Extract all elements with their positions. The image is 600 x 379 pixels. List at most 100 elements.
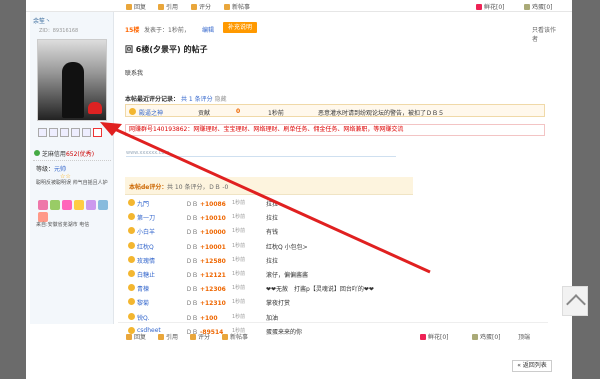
credit-line: 芝麻信用652(优秀) [34,149,94,158]
rating-points: ＤＢ +12310 [186,300,226,308]
rating-time: 1秒前 [232,285,246,292]
rate-value: 0 [236,108,241,115]
rater-name[interactable]: 锐Q. [137,313,150,322]
rater-name[interactable]: 小白羊 [137,227,155,236]
quote-button[interactable]: 引用 [158,332,178,341]
space-icon[interactable] [71,128,80,137]
qq-icon[interactable] [93,128,102,137]
divider [118,322,548,323]
rate-type: 贡献 [198,110,211,117]
quote-button[interactable]: 引用 [158,2,178,11]
rating-note: 掌夜打赏 [266,300,291,308]
rater-name[interactable]: 玫瑰情 [137,256,155,265]
edit-link[interactable]: 编辑 [202,25,214,34]
user-sidebar: 余笙丶 ZID：89316168 芝麻信用652(优秀) 等级：元帅 ☆☆ 聪明… [30,12,114,324]
reply-icon [126,3,132,10]
quote-icon [158,333,164,340]
rating-points: ＤＢ +10001 [186,243,226,251]
rater-name[interactable]: 九門 [137,199,149,208]
medal-icon [98,200,108,210]
rating-note: 有钱 [266,229,279,237]
flower-button[interactable]: 鲜花[0] [420,332,449,341]
coin-icon [128,312,135,320]
rating-points: ＤＢ +12580 [186,257,226,265]
rating-row: 黎菊 ＤＢ +12310 1秒前 掌夜打赏 [128,297,428,307]
post-title: 回 6楼(夕景平) 的帖子 [125,45,208,54]
rating-time: 1秒前 [232,271,246,277]
credit-icon [34,150,40,156]
new-thread-button[interactable]: 新帖事 [222,332,248,341]
message-icon[interactable] [60,128,69,137]
rate-count: 共 1 条评分 [180,96,213,103]
coin-icon [128,199,135,206]
hide-link[interactable]: 隐藏 [215,96,227,103]
coin-icon [129,108,136,115]
rating-time: 1秒前 [232,256,246,263]
user-action-icons [38,128,102,137]
level-line: 等级：元帅 [36,166,67,173]
post-body: 联系我 [125,70,144,77]
medal-icon [86,200,96,210]
user-motto: 聪明反被聪明误 帅气自摇且人妒 [36,180,108,186]
rating-note: 拉拉 [266,257,279,265]
rating-time: 1秒前 [232,200,246,206]
top-toolbar: 回复 引用 评分 新帖事 鲜花[0] 鸡蛋[0] [26,0,572,12]
ad-tip[interactable]: 网赚群号140193862：网赚理财、宝宝理财、网络理财、刷单任务、佣金任务、网… [125,124,545,136]
supplement-button[interactable]: 补充说明 [223,22,257,33]
rating-row: 玫瑰情 ＤＢ +12580 1秒前 拉拉 [128,255,428,265]
rating-note: 拉拉 [266,201,279,208]
rate-button[interactable]: 评分 [191,2,211,11]
rate-button[interactable]: 评分 [190,332,210,341]
rate-icon [191,3,197,10]
divider [33,160,111,161]
user-location: 来自:安徽省芜湖市 电信 [36,222,90,228]
rating-points: ＤＢ +100 [186,314,218,322]
gift-icon[interactable] [82,128,91,137]
rating-time: 1秒前 [232,299,246,306]
rater-name[interactable]: 青楝 [137,284,149,293]
top-link[interactable]: 顶端 [518,332,530,341]
coin-icon [128,298,135,306]
rater-name[interactable]: 白糖止 [137,270,155,279]
rating-points: ＤＢ +10010 [186,215,226,223]
rate-icon [190,333,196,340]
post-time: 发表于：1秒前， [144,27,190,34]
new-thread-button[interactable]: 新帖事 [224,2,250,11]
rating-box-header: 本帖de评分： 共 10 条评分，ＤＢ -0 [125,177,413,195]
profile-icon[interactable] [38,128,47,137]
rater-name[interactable]: 第一刀 [137,213,155,222]
rating-note: 拉拉 [266,215,279,223]
floor-number[interactable]: 15楼 [125,25,139,34]
egg-icon [472,333,478,340]
only-author-link[interactable]: 只看该作者 [532,25,558,43]
quote-icon [158,3,164,10]
avatar[interactable] [37,39,107,121]
username-link[interactable]: 余笙丶 [33,16,51,25]
coin-icon [128,284,135,292]
rating-row: 红枕Q ＤＢ +10001 1秒前 红枕Q 小包包> [128,241,428,251]
flower-icon [476,3,482,10]
flower-icon [420,333,426,340]
rating-note: ❤❤无赦 打酱p【灵魂说】回台吖的❤❤ [266,286,374,294]
reply-button[interactable]: 回复 [126,332,146,341]
rating-points: ＤＢ +10086 [186,201,226,208]
rater-name[interactable]: 黎菊 [137,298,149,307]
rater-name[interactable]: 红枕Q [137,242,154,251]
coin-icon [128,213,135,221]
egg-button[interactable]: 鸡蛋[0] [524,2,553,11]
back-to-list-button[interactable]: « 返回列表 [512,360,552,372]
rating-time: 1秒前 [232,228,246,235]
rate-user[interactable]: 殿逼之神 [139,108,163,117]
rate-note: 恶意灌水时请到纷观论坛的警告，被扣了ＤＢ５ [318,110,445,117]
rate-record-row: 殿逼之神 贡献 0 1秒前 恶意灌水时请到纷观论坛的警告，被扣了ＤＢ５ [125,104,545,117]
rating-time: 1秒前 [232,214,246,221]
rating-row: 白糖止 ＤＢ +12121 1秒前 滚仔，偏偏酱酱 [128,269,428,279]
medal-icon [74,200,84,210]
friend-icon[interactable] [49,128,58,137]
flower-button[interactable]: 鲜花[0] [476,2,505,11]
user-id: ZID：89316168 [39,28,79,34]
scroll-to-top-button[interactable] [562,286,588,316]
reply-button[interactable]: 回复 [126,2,146,11]
egg-button[interactable]: 鸡蛋[0] [472,332,501,341]
medal-list [38,200,108,222]
